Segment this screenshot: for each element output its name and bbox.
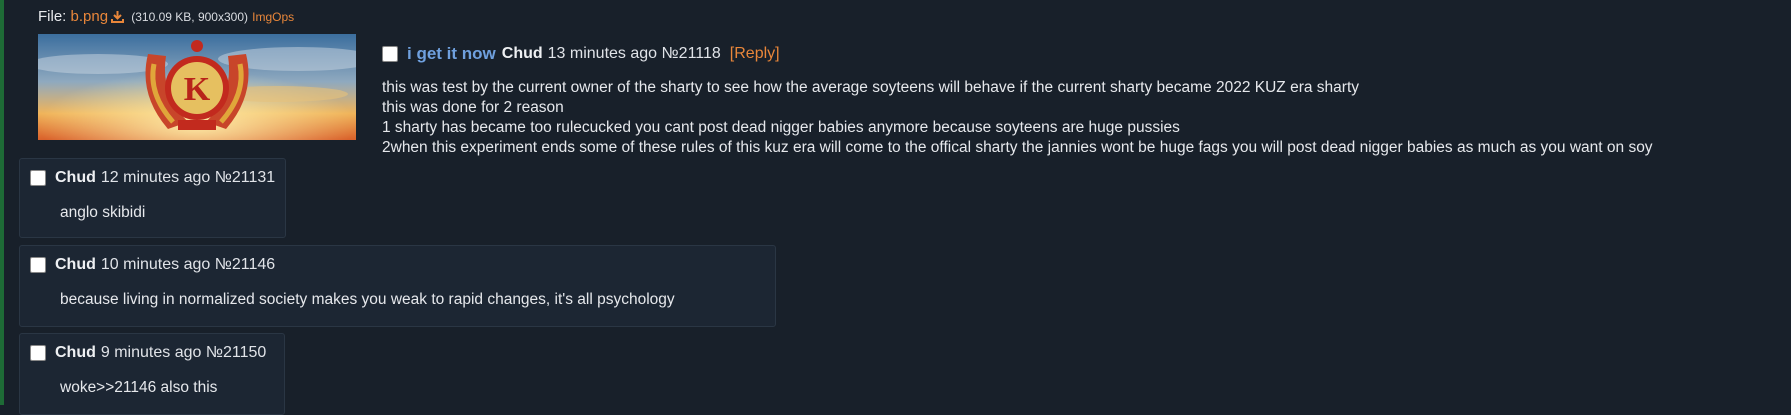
post-image-thumbnail[interactable]: K [38, 34, 356, 140]
post-select-checkbox[interactable] [30, 257, 46, 273]
post-number[interactable]: №21131 [215, 169, 275, 187]
post-select-checkbox[interactable] [30, 170, 46, 186]
poster-name: Chud [55, 169, 96, 186]
op-post-header: i get it now Chud 13 minutes ago №21118 … [382, 44, 1791, 64]
post-time: 10 minutes ago [100, 256, 211, 273]
reply-header: Chud 9 minutes ago №21150 [30, 344, 266, 362]
post-time: 9 minutes ago [100, 344, 202, 361]
reply-message: because living in normalized society mak… [60, 291, 675, 308]
reply-link[interactable]: [Reply] [730, 45, 780, 63]
post-select-checkbox[interactable] [382, 46, 398, 62]
post-time: 13 minutes ago [547, 45, 658, 62]
reply-post: Chud 9 minutes ago №21150 woke>>21146 al… [19, 333, 285, 415]
reply-message: anglo skibidi [60, 204, 146, 221]
reply-post: Chud 12 minutes ago №21131 anglo skibidi [19, 158, 286, 238]
post-subject: i get it now [407, 44, 496, 63]
file-meta: (310.09 KB, 900x300) [131, 10, 248, 24]
file-link[interactable]: b.png [71, 8, 109, 25]
file-label: File: [38, 8, 67, 25]
op-post: File: b.png (310.09 KB, 900x300) ImgOps [38, 8, 1653, 156]
reply-message: woke>>21146 also this [60, 379, 218, 396]
op-body: i get it now Chud 13 minutes ago №21118 … [382, 44, 1791, 158]
file-info: File: b.png (310.09 KB, 900x300) ImgOps [38, 8, 294, 27]
reply-header: Chud 12 minutes ago №21131 [30, 169, 275, 187]
poster-name: Chud [55, 256, 96, 273]
poster-name: Chud [55, 344, 96, 361]
post-time: 12 minutes ago [100, 169, 211, 186]
thread-left-border [0, 0, 4, 405]
post-select-checkbox[interactable] [30, 345, 46, 361]
reply-post: Chud 10 minutes ago №21146 because livin… [19, 245, 776, 327]
imgops-link[interactable]: ImgOps [252, 10, 294, 24]
reply-header: Chud 10 minutes ago №21146 [30, 256, 275, 274]
post-number[interactable]: №21146 [215, 256, 275, 274]
post-number[interactable]: №21118 [662, 45, 721, 63]
post-number[interactable]: №21150 [206, 344, 266, 362]
op-message: this was test by the current owner of th… [382, 79, 1653, 156]
svg-text:K: K [184, 71, 211, 108]
poster-name: Chud [501, 45, 543, 62]
download-icon[interactable] [111, 10, 125, 27]
